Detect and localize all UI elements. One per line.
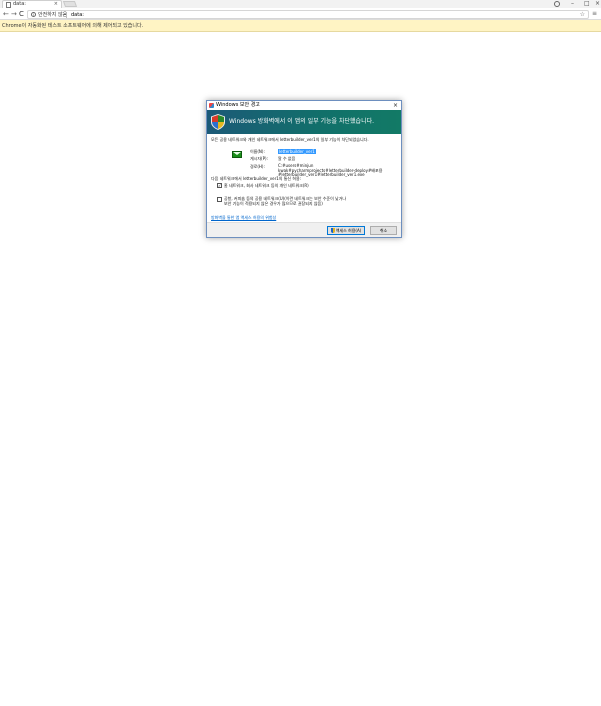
dialog-title: Windows 보안 경고 xyxy=(216,102,260,108)
tab-close-icon[interactable]: × xyxy=(54,1,58,8)
security-alert-dialog: Windows 보안 경고 × Windows 방화벽에서 이 앱의 일부 기능… xyxy=(206,100,402,238)
firewall-risk-link[interactable]: 방화벽을 통한 앱 액세스 허용의 위험성 xyxy=(211,215,276,220)
minimize-button[interactable]: – xyxy=(571,0,574,8)
private-network-label[interactable]: 홈 네트워크, 회사 네트워크 등의 개인 네트워크(R) xyxy=(224,183,309,188)
uac-shield-icon xyxy=(330,228,335,233)
envelope-icon xyxy=(232,151,242,158)
dialog-banner-text: Windows 방화벽에서 이 앱의 일부 기능을 차단했습니다. xyxy=(229,118,375,125)
publisher-label: 게시자(P): xyxy=(250,156,268,161)
close-window-button[interactable]: × xyxy=(595,0,600,8)
automation-infobar: Chrome이 자동화된 테스트 소프트웨어에 의해 제어되고 있습니다. xyxy=(0,20,601,32)
publisher-value: 알 수 없음 xyxy=(278,156,296,161)
name-value[interactable]: letterbuilder_ver1 xyxy=(278,149,316,154)
public-network-checkbox[interactable] xyxy=(217,197,222,202)
user-icon[interactable] xyxy=(554,1,560,7)
browser-titlebar: data: × – □ × xyxy=(0,0,601,8)
forward-button[interactable]: → xyxy=(11,10,17,18)
browser-toolbar: ← → C i 안전하지 않음 data: ☆ ≡ xyxy=(0,8,601,20)
allow-access-label: 액세스 허용(A) xyxy=(335,228,362,233)
new-tab-button[interactable] xyxy=(62,1,78,7)
allow-access-button[interactable]: 액세스 허용(A) xyxy=(327,226,365,235)
dialog-titlebar[interactable]: Windows 보안 경고 × xyxy=(207,101,401,110)
tab-title: data: xyxy=(13,1,26,7)
dialog-close-button[interactable]: × xyxy=(393,101,398,110)
menu-icon[interactable]: ≡ xyxy=(591,10,598,18)
security-status[interactable]: 안전하지 않음 xyxy=(38,11,67,19)
back-button[interactable]: ← xyxy=(3,10,9,18)
maximize-button[interactable]: □ xyxy=(584,0,590,8)
dialog-footer: 액세스 허용(A) 취소 xyxy=(207,222,401,237)
browser-tab[interactable]: data: × xyxy=(2,0,62,8)
shield-icon xyxy=(211,114,225,130)
dialog-banner: Windows 방화벽에서 이 앱의 일부 기능을 차단했습니다. xyxy=(207,110,401,134)
address-bar[interactable]: i 안전하지 않음 data: ☆ xyxy=(27,10,589,19)
omnibox-divider xyxy=(66,12,67,18)
dialog-intro-text: 모든 공용 네트워크와 개인 네트워크에서 letterbuilder_ver1… xyxy=(211,137,369,142)
path-label: 경로(H): xyxy=(250,164,265,169)
dialog-body: 모든 공용 네트워크와 개인 네트워크에서 letterbuilder_ver1… xyxy=(207,134,401,222)
private-network-checkbox[interactable]: ✓ xyxy=(217,183,222,188)
info-icon[interactable]: i xyxy=(31,12,36,17)
allow-networks-label: 다음 네트워크에서 letterbuilder_ver1의 통신 허용: xyxy=(211,176,302,181)
bookmark-star-icon[interactable]: ☆ xyxy=(580,11,585,19)
name-label: 이름(N): xyxy=(250,149,265,154)
cancel-button[interactable]: 취소 xyxy=(370,226,397,235)
firewall-app-icon xyxy=(209,103,214,108)
public-network-label-note: 보안 기능이 적용되지 않은 경우가 많으므로 권장되지 않음) xyxy=(224,201,323,206)
reload-button[interactable]: C xyxy=(19,10,24,18)
url-text[interactable]: data: xyxy=(71,11,84,19)
